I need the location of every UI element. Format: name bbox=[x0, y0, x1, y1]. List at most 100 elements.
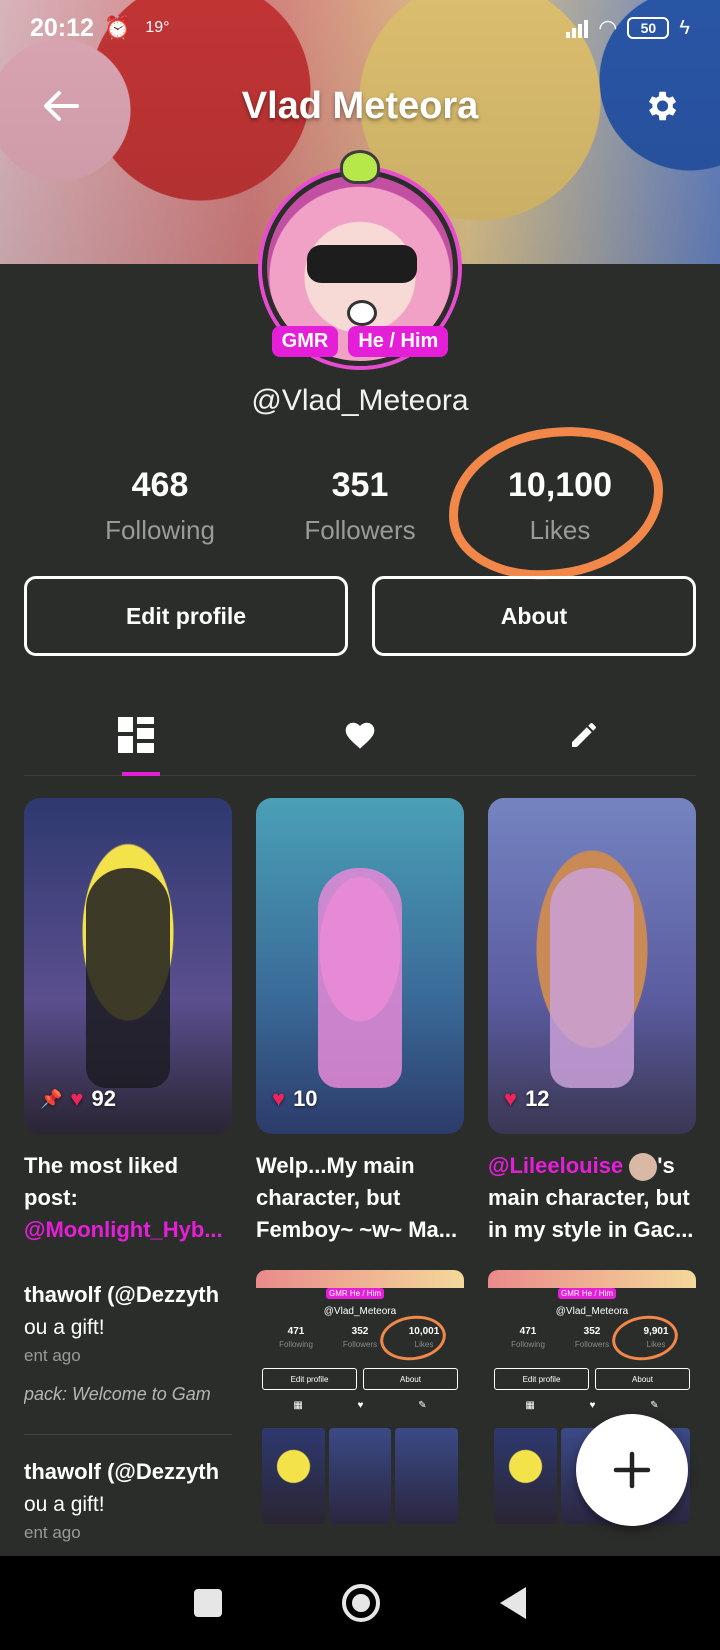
notification-feed: thawolf (@Dezzyth ou a gift! ent ago pac… bbox=[24, 1270, 232, 1556]
pencil-icon: ✎ bbox=[418, 1400, 427, 1411]
profile-actions: Edit profile About bbox=[24, 576, 696, 656]
status-bar: 20:12 ⏰ 19° ◠ 50 ϟ bbox=[0, 0, 720, 56]
list-item[interactable]: thawolf (@Dezzyth ou a gift! ent ago pac… bbox=[24, 1270, 232, 1430]
feed-title: thawolf (@Dezzyth bbox=[24, 1459, 220, 1484]
shot-tabs: ▦ ♥ ✎ bbox=[266, 1400, 454, 1411]
shot-username: @Vlad_Meteora bbox=[323, 1306, 397, 1317]
shot-buttons: Edit profile About bbox=[262, 1368, 458, 1390]
grid-icon bbox=[118, 716, 154, 753]
heart-icon: ♥ bbox=[504, 1086, 518, 1111]
shot-stat: 471 Following bbox=[279, 1326, 313, 1349]
heart-icon bbox=[345, 722, 375, 749]
username: @Vlad_Meteora bbox=[251, 384, 469, 417]
stat-following[interactable]: 468 Following bbox=[60, 466, 260, 546]
list-item[interactable]: thawolf (@Dezzyth ou a gift! ent ago bbox=[24, 1447, 232, 1556]
back-arrow-icon[interactable] bbox=[36, 81, 86, 131]
shot-username: @Vlad_Meteora bbox=[555, 1306, 629, 1317]
feed-message: ou a gift! bbox=[24, 1316, 105, 1339]
avatar-glasses bbox=[307, 245, 417, 283]
charging-icon: ϟ bbox=[679, 16, 690, 39]
stat-likes-label: Likes bbox=[529, 515, 591, 545]
tab-drafts[interactable] bbox=[472, 694, 696, 775]
create-post-button[interactable] bbox=[576, 1414, 688, 1526]
character-illustration bbox=[86, 868, 170, 1088]
status-time: 20:12 bbox=[30, 13, 94, 42]
post-caption: @Lileelouise 's main character, but in m… bbox=[488, 1150, 696, 1246]
feed-title: thawolf (@Dezzyth bbox=[24, 1282, 220, 1307]
signal-icon bbox=[566, 18, 589, 38]
avatar-mouth bbox=[347, 300, 377, 326]
shot-edit-button: Edit profile bbox=[494, 1368, 589, 1390]
back-icon[interactable] bbox=[500, 1587, 526, 1619]
character-illustration bbox=[318, 868, 402, 1088]
shot-badges: GMR He / Him bbox=[326, 1288, 384, 1299]
shot-tabs: ▦ ♥ ✎ bbox=[498, 1400, 686, 1411]
post-thumbnail[interactable]: GMR He / Him @Vlad_Meteora 471 Following … bbox=[256, 1270, 464, 1556]
divider bbox=[24, 1434, 232, 1435]
stat-followers[interactable]: 351 Followers bbox=[260, 466, 460, 546]
feed-time: ent ago bbox=[24, 1346, 81, 1365]
shot-banner bbox=[256, 1270, 464, 1288]
alarm-icon: ⏰ bbox=[103, 15, 132, 40]
tab-posts[interactable] bbox=[24, 694, 248, 776]
post-likes: 📌 ♥ 92 bbox=[40, 1086, 116, 1112]
post-like-count: 10 bbox=[293, 1086, 318, 1111]
heart-icon: ♥ bbox=[357, 1400, 364, 1411]
active-tab-indicator bbox=[122, 772, 160, 776]
post-grid: 📌 ♥ 92 The most liked post: @Moonlight_H… bbox=[24, 798, 696, 1246]
stat-following-label: Following bbox=[105, 515, 215, 545]
caption-mention[interactable]: @Moonlight_Hyb... bbox=[24, 1217, 223, 1242]
grid-icon: ▦ bbox=[525, 1400, 535, 1411]
heart-icon: ♥ bbox=[272, 1086, 286, 1111]
system-navigation-bar bbox=[0, 1556, 720, 1650]
grid-icon: ▦ bbox=[293, 1400, 303, 1411]
profile-badges: GMR He / Him bbox=[0, 326, 720, 357]
home-icon[interactable] bbox=[342, 1584, 380, 1622]
stat-followers-count: 351 bbox=[331, 466, 389, 504]
stat-followers-label: Followers bbox=[304, 515, 416, 545]
pencil-icon bbox=[572, 722, 596, 747]
pin-icon: 📌 bbox=[40, 1088, 63, 1109]
edit-profile-button[interactable]: Edit profile bbox=[24, 576, 348, 656]
post-like-count: 12 bbox=[525, 1086, 550, 1111]
badge-gmr: GMR bbox=[271, 326, 339, 357]
settings-gear-icon[interactable] bbox=[636, 81, 686, 131]
post-like-count: 92 bbox=[91, 1086, 116, 1111]
about-button[interactable]: About bbox=[372, 576, 696, 656]
post-card[interactable]: ♥ 12 @Lileelouise 's main character, but… bbox=[488, 798, 696, 1246]
shot-edit-button: Edit profile bbox=[262, 1368, 357, 1390]
post-card[interactable]: ♥ 10 Welp...My main character, but Fembo… bbox=[256, 798, 464, 1246]
orange-annotation-circle bbox=[609, 1311, 681, 1365]
plus-icon bbox=[613, 1451, 651, 1489]
recents-icon[interactable] bbox=[194, 1589, 222, 1617]
post-thumbnail[interactable]: ♥ 12 bbox=[488, 798, 696, 1134]
wifi-icon: ◠ bbox=[598, 15, 618, 40]
post-thumbnail[interactable]: ♥ 10 bbox=[256, 798, 464, 1134]
frog-avatar-frame-icon bbox=[340, 150, 380, 184]
page-title: Vlad Meteora bbox=[241, 84, 479, 127]
shot-banner bbox=[488, 1270, 696, 1288]
battery-icon: 50 bbox=[627, 17, 670, 39]
character-illustration bbox=[550, 868, 634, 1088]
mini-avatar bbox=[629, 1153, 658, 1182]
feed-message: ou a gift! bbox=[24, 1493, 105, 1516]
shot-grid bbox=[262, 1428, 459, 1524]
pencil-icon: ✎ bbox=[650, 1400, 659, 1411]
post-thumbnail[interactable]: 📌 ♥ 92 bbox=[24, 798, 232, 1134]
post-likes: ♥ 10 bbox=[272, 1086, 318, 1112]
post-caption: The most liked post: @Moonlight_Hyb... bbox=[24, 1150, 232, 1246]
stat-likes-count: 10,100 bbox=[508, 466, 612, 504]
orange-annotation-circle bbox=[377, 1311, 449, 1365]
tab-likes[interactable] bbox=[248, 694, 472, 775]
stat-following-count: 468 bbox=[131, 466, 189, 504]
profile-stats: 468 Following 351 Followers 10,100 Likes bbox=[60, 466, 660, 546]
status-temperature: 19° bbox=[145, 19, 170, 36]
feed-time: ent ago bbox=[24, 1523, 81, 1542]
post-likes: ♥ 12 bbox=[504, 1086, 550, 1112]
caption-text: The most liked post: bbox=[24, 1153, 179, 1210]
feed-detail: pack: Welcome to Gam bbox=[24, 1384, 211, 1404]
caption-mention[interactable]: @Lileelouise bbox=[488, 1153, 623, 1178]
heart-icon: ♥ bbox=[70, 1086, 84, 1111]
shot-about-button: About bbox=[363, 1368, 458, 1390]
post-card[interactable]: 📌 ♥ 92 The most liked post: @Moonlight_H… bbox=[24, 798, 232, 1246]
